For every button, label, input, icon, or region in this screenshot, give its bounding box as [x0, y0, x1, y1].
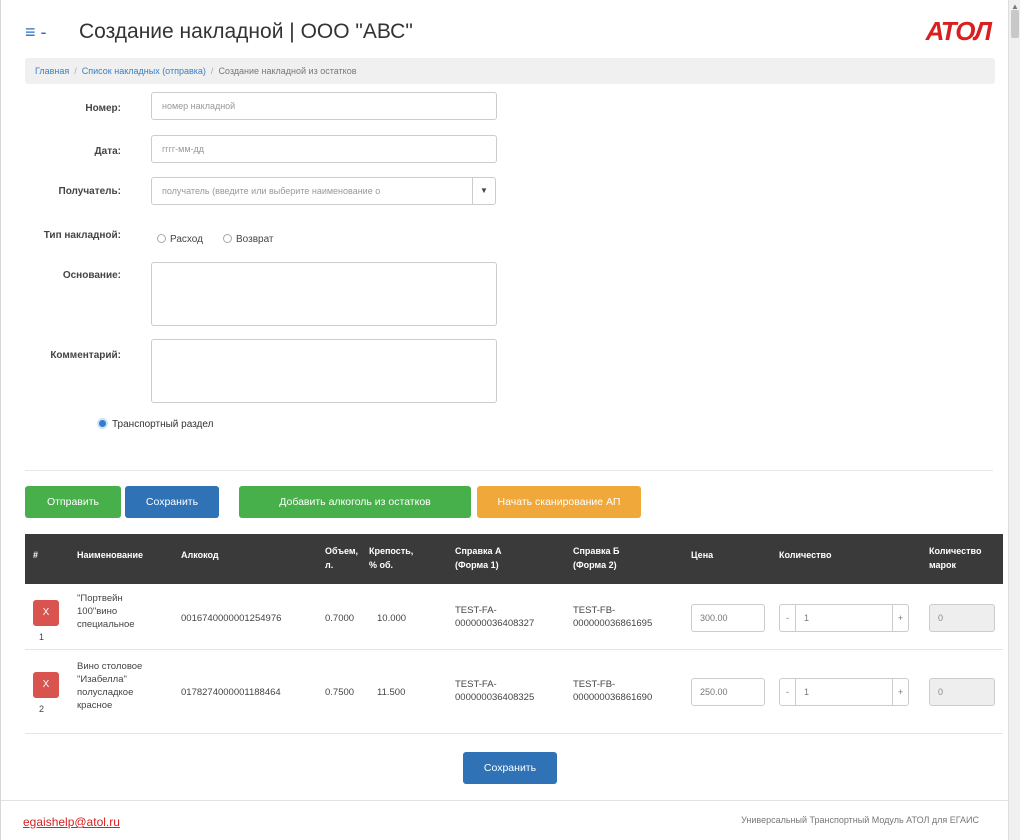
column-header-ref-a: Справка А (Форма 1): [455, 546, 502, 570]
basis-textarea[interactable]: [151, 262, 497, 326]
recipient-label: Получатель:: [58, 186, 122, 197]
radio-checked-icon: [97, 418, 108, 429]
date-input[interactable]: гггг-мм-дд: [151, 135, 497, 163]
start-scan-button[interactable]: Начать сканирование АП: [477, 486, 641, 518]
table-header: # Наименование Алкокод Объем, л. Крепост…: [25, 534, 1003, 584]
transport-section-toggle[interactable]: Транспортный раздел: [97, 418, 213, 430]
breadcrumb-home[interactable]: Главная: [35, 66, 69, 76]
row-number: 2: [39, 704, 45, 714]
type-return-label: Возврат: [236, 234, 274, 245]
support-email-link[interactable]: egaishelp@atol.ru: [23, 815, 120, 829]
radio-icon: [223, 234, 232, 243]
column-header-alcocode: Алкокод: [181, 550, 219, 560]
column-header-price: Цена: [691, 550, 714, 560]
item-strength: 10.000: [377, 613, 407, 624]
number-input[interactable]: номер накладной: [151, 92, 497, 120]
breadcrumb-separator: /: [74, 66, 77, 76]
recipient-select[interactable]: получатель (введите или выберите наимено…: [151, 177, 473, 205]
table-row: X 2 Вино столовое "Изабелла" полусладкое…: [25, 650, 1003, 734]
decrement-button[interactable]: -: [780, 605, 796, 631]
item-alcocode: 0016740000001254976: [181, 613, 282, 624]
type-return-radio[interactable]: Возврат: [223, 234, 274, 245]
column-header-strength: Крепость, % об.: [369, 546, 414, 570]
item-name: "Портвейн 100"вино специальное: [77, 593, 135, 630]
item-name: Вино столовое "Изабелла" полусладкое кра…: [77, 661, 143, 711]
increment-button[interactable]: +: [892, 679, 908, 705]
scrollbar-thumb[interactable]: [1011, 10, 1019, 38]
breadcrumb-waybill-list[interactable]: Список накладных (отправка): [82, 66, 206, 76]
quantity-value[interactable]: 1: [804, 687, 809, 697]
item-ref-a: TEST-FA-000000036408327: [455, 605, 535, 629]
comment-label: Комментарий:: [50, 350, 121, 361]
column-header-volume: Объем, л.: [325, 546, 359, 570]
row-number: 1: [39, 632, 45, 642]
column-header-index: #: [33, 550, 39, 560]
waybill-type-label: Тип накладной:: [43, 230, 121, 241]
type-expense-label: Расход: [170, 234, 203, 245]
page-header: ≡ - Создание накладной | ООО "АВС" АТОЛ: [19, 14, 999, 50]
number-label: Номер:: [85, 103, 121, 114]
quantity-stepper[interactable]: - 1 +: [779, 604, 909, 632]
comment-textarea[interactable]: [151, 339, 497, 403]
column-header-name: Наименование: [77, 550, 144, 560]
marks-count-field: 0: [929, 678, 995, 706]
chevron-down-icon[interactable]: ▼: [472, 177, 496, 205]
item-ref-b: TEST-FB-000000036861695: [573, 605, 653, 629]
item-volume: 0.7500: [325, 687, 355, 698]
quantity-stepper[interactable]: - 1 +: [779, 678, 909, 706]
type-expense-radio[interactable]: Расход: [157, 234, 203, 245]
quantity-value[interactable]: 1: [804, 613, 809, 623]
date-label: Дата:: [94, 146, 121, 157]
item-ref-b: TEST-FB-000000036861690: [573, 679, 653, 703]
radio-icon: [157, 234, 166, 243]
column-header-quantity: Количество: [779, 550, 832, 560]
page: ≡ - Создание накладной | ООО "АВС" АТОЛ …: [0, 0, 1009, 840]
vertical-scrollbar[interactable]: ▲: [1008, 0, 1020, 840]
breadcrumb: Главная / Список накладных (отправка) / Созд…: [25, 58, 995, 84]
decrement-button[interactable]: -: [780, 679, 796, 705]
item-strength: 11.500: [377, 687, 406, 698]
price-input[interactable]: 300.00: [691, 604, 765, 632]
item-ref-a: TEST-FA-000000036408325: [455, 679, 535, 703]
page-title: Создание накладной | ООО "АВС": [79, 20, 413, 43]
breadcrumb-separator: /: [210, 66, 214, 76]
save-button[interactable]: Сохранить: [125, 486, 219, 518]
breadcrumb-current: Создание накладной из остатков: [218, 66, 357, 76]
brand-logo: АТОЛ: [925, 16, 992, 46]
transport-section-label: Транспортный раздел: [112, 419, 214, 430]
footer: egaishelp@atol.ru Универсальный Транспор…: [1, 800, 1009, 840]
table-row: X 1 "Портвейн 100"вино специальное 00167…: [25, 584, 1003, 650]
add-from-stock-button[interactable]: Добавить алкоголь из остатков: [239, 486, 471, 518]
column-header-marks: Количество марок: [929, 546, 982, 570]
send-button[interactable]: Отправить: [25, 486, 121, 518]
basis-label: Основание:: [62, 270, 121, 281]
divider: [25, 470, 993, 471]
bottom-save-button[interactable]: Сохранить: [463, 752, 557, 784]
marks-count-field: 0: [929, 604, 995, 632]
footer-product-name: Универсальный Транспортный Модуль АТОЛ д…: [741, 815, 979, 825]
price-input[interactable]: 250.00: [691, 678, 765, 706]
increment-button[interactable]: +: [892, 605, 908, 631]
delete-row-button[interactable]: X: [33, 600, 59, 626]
delete-row-button[interactable]: X: [33, 672, 59, 698]
item-volume: 0.7000: [325, 613, 355, 624]
column-header-ref-b: Справка Б (Форма 2): [573, 546, 620, 570]
menu-icon[interactable]: ≡ -: [25, 22, 47, 43]
item-alcocode: 0178274000001188464: [181, 687, 281, 698]
